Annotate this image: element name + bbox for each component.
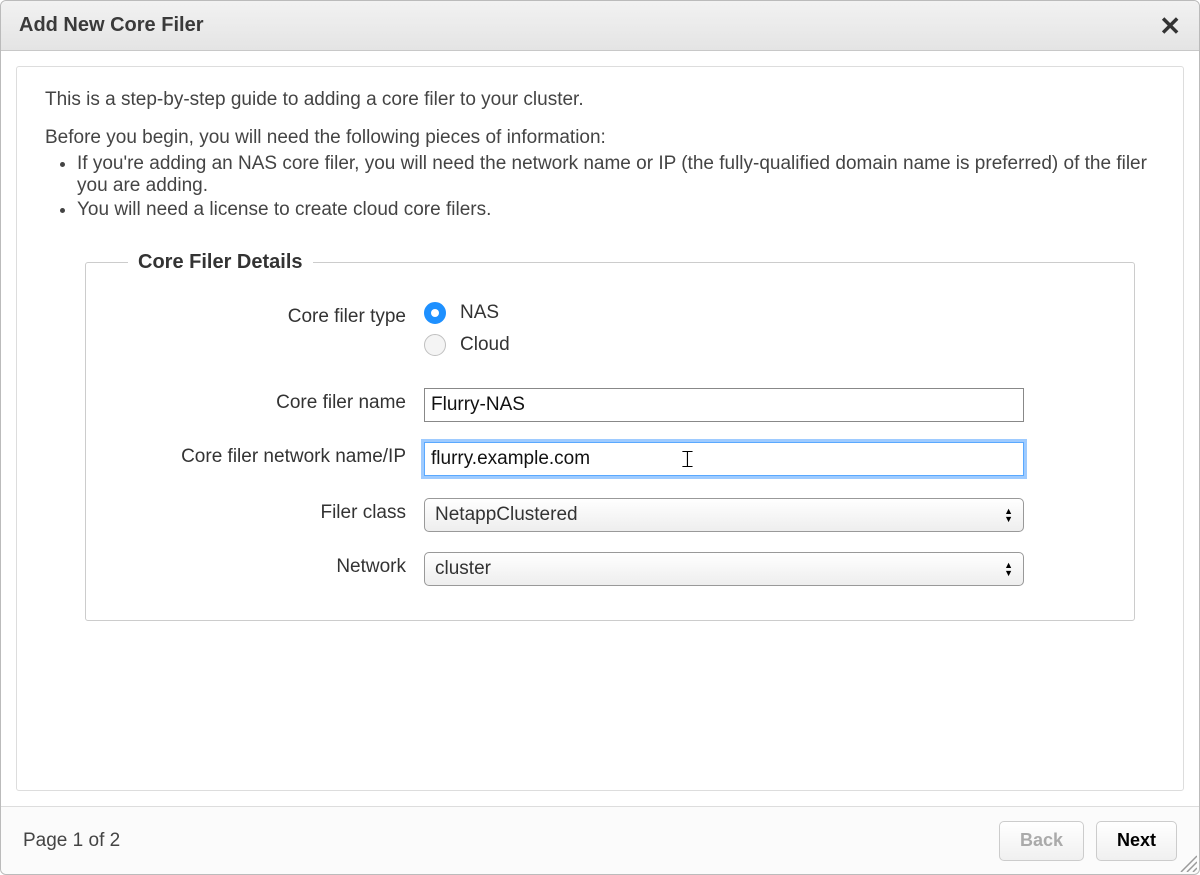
dialog-footer: Page 1 of 2 Back Next	[1, 806, 1199, 874]
add-core-filer-dialog: Add New Core Filer ✕ This is a step-by-s…	[0, 0, 1200, 875]
label-filer-class: Filer class	[114, 498, 424, 524]
row-core-filer-name: Core filer name	[114, 388, 1106, 422]
radio-icon	[424, 302, 446, 324]
dialog-body: This is a step-by-step guide to adding a…	[1, 51, 1199, 806]
radio-label: NAS	[460, 302, 499, 324]
back-button[interactable]: Back	[999, 821, 1084, 861]
radio-option-nas[interactable]: NAS	[424, 302, 1106, 324]
row-core-filer-type: Core filer type NAS Cloud	[114, 302, 1106, 366]
radio-option-cloud[interactable]: Cloud	[424, 334, 1106, 356]
core-filer-name-input[interactable]	[424, 388, 1024, 422]
requirement-item: You will need a license to create cloud …	[77, 199, 1155, 221]
dialog-titlebar: Add New Core Filer ✕	[1, 1, 1199, 51]
resize-grip-icon[interactable]	[1177, 852, 1197, 872]
core-filer-type-options: NAS Cloud	[424, 302, 1106, 366]
select-arrows-icon: ▲▼	[1004, 561, 1013, 577]
label-network: Network	[114, 552, 424, 578]
page-indicator: Page 1 of 2	[23, 830, 120, 852]
intro-text: This is a step-by-step guide to adding a…	[45, 89, 1155, 111]
fieldset-legend: Core Filer Details	[128, 251, 313, 274]
requirements-list: If you're adding an NAS core filer, you …	[45, 153, 1155, 221]
core-filer-details-fieldset: Core Filer Details Core filer type NAS C…	[85, 251, 1135, 621]
requirement-item: If you're adding an NAS core filer, you …	[77, 153, 1155, 197]
dialog-title: Add New Core Filer	[19, 14, 203, 37]
before-begin-text: Before you begin, you will need the foll…	[45, 127, 1155, 149]
footer-buttons: Back Next	[999, 821, 1177, 861]
row-network: Network cluster ▲▼	[114, 552, 1106, 586]
radio-icon	[424, 334, 446, 356]
label-core-filer-name: Core filer name	[114, 388, 424, 414]
close-icon[interactable]: ✕	[1159, 13, 1181, 39]
inner-panel: This is a step-by-step guide to adding a…	[16, 66, 1184, 791]
select-arrows-icon: ▲▼	[1004, 507, 1013, 523]
row-filer-class: Filer class NetappClustered ▲▼	[114, 498, 1106, 532]
label-core-filer-network: Core filer network name/IP	[114, 442, 424, 468]
label-core-filer-type: Core filer type	[114, 302, 424, 328]
filer-class-select[interactable]: NetappClustered ▲▼	[424, 498, 1024, 532]
select-value: NetappClustered	[435, 504, 578, 526]
next-button[interactable]: Next	[1096, 821, 1177, 861]
core-filer-network-input[interactable]	[424, 442, 1024, 476]
network-select[interactable]: cluster ▲▼	[424, 552, 1024, 586]
radio-label: Cloud	[460, 334, 510, 356]
row-core-filer-network: Core filer network name/IP 𝙸	[114, 442, 1106, 476]
select-value: cluster	[435, 558, 491, 580]
